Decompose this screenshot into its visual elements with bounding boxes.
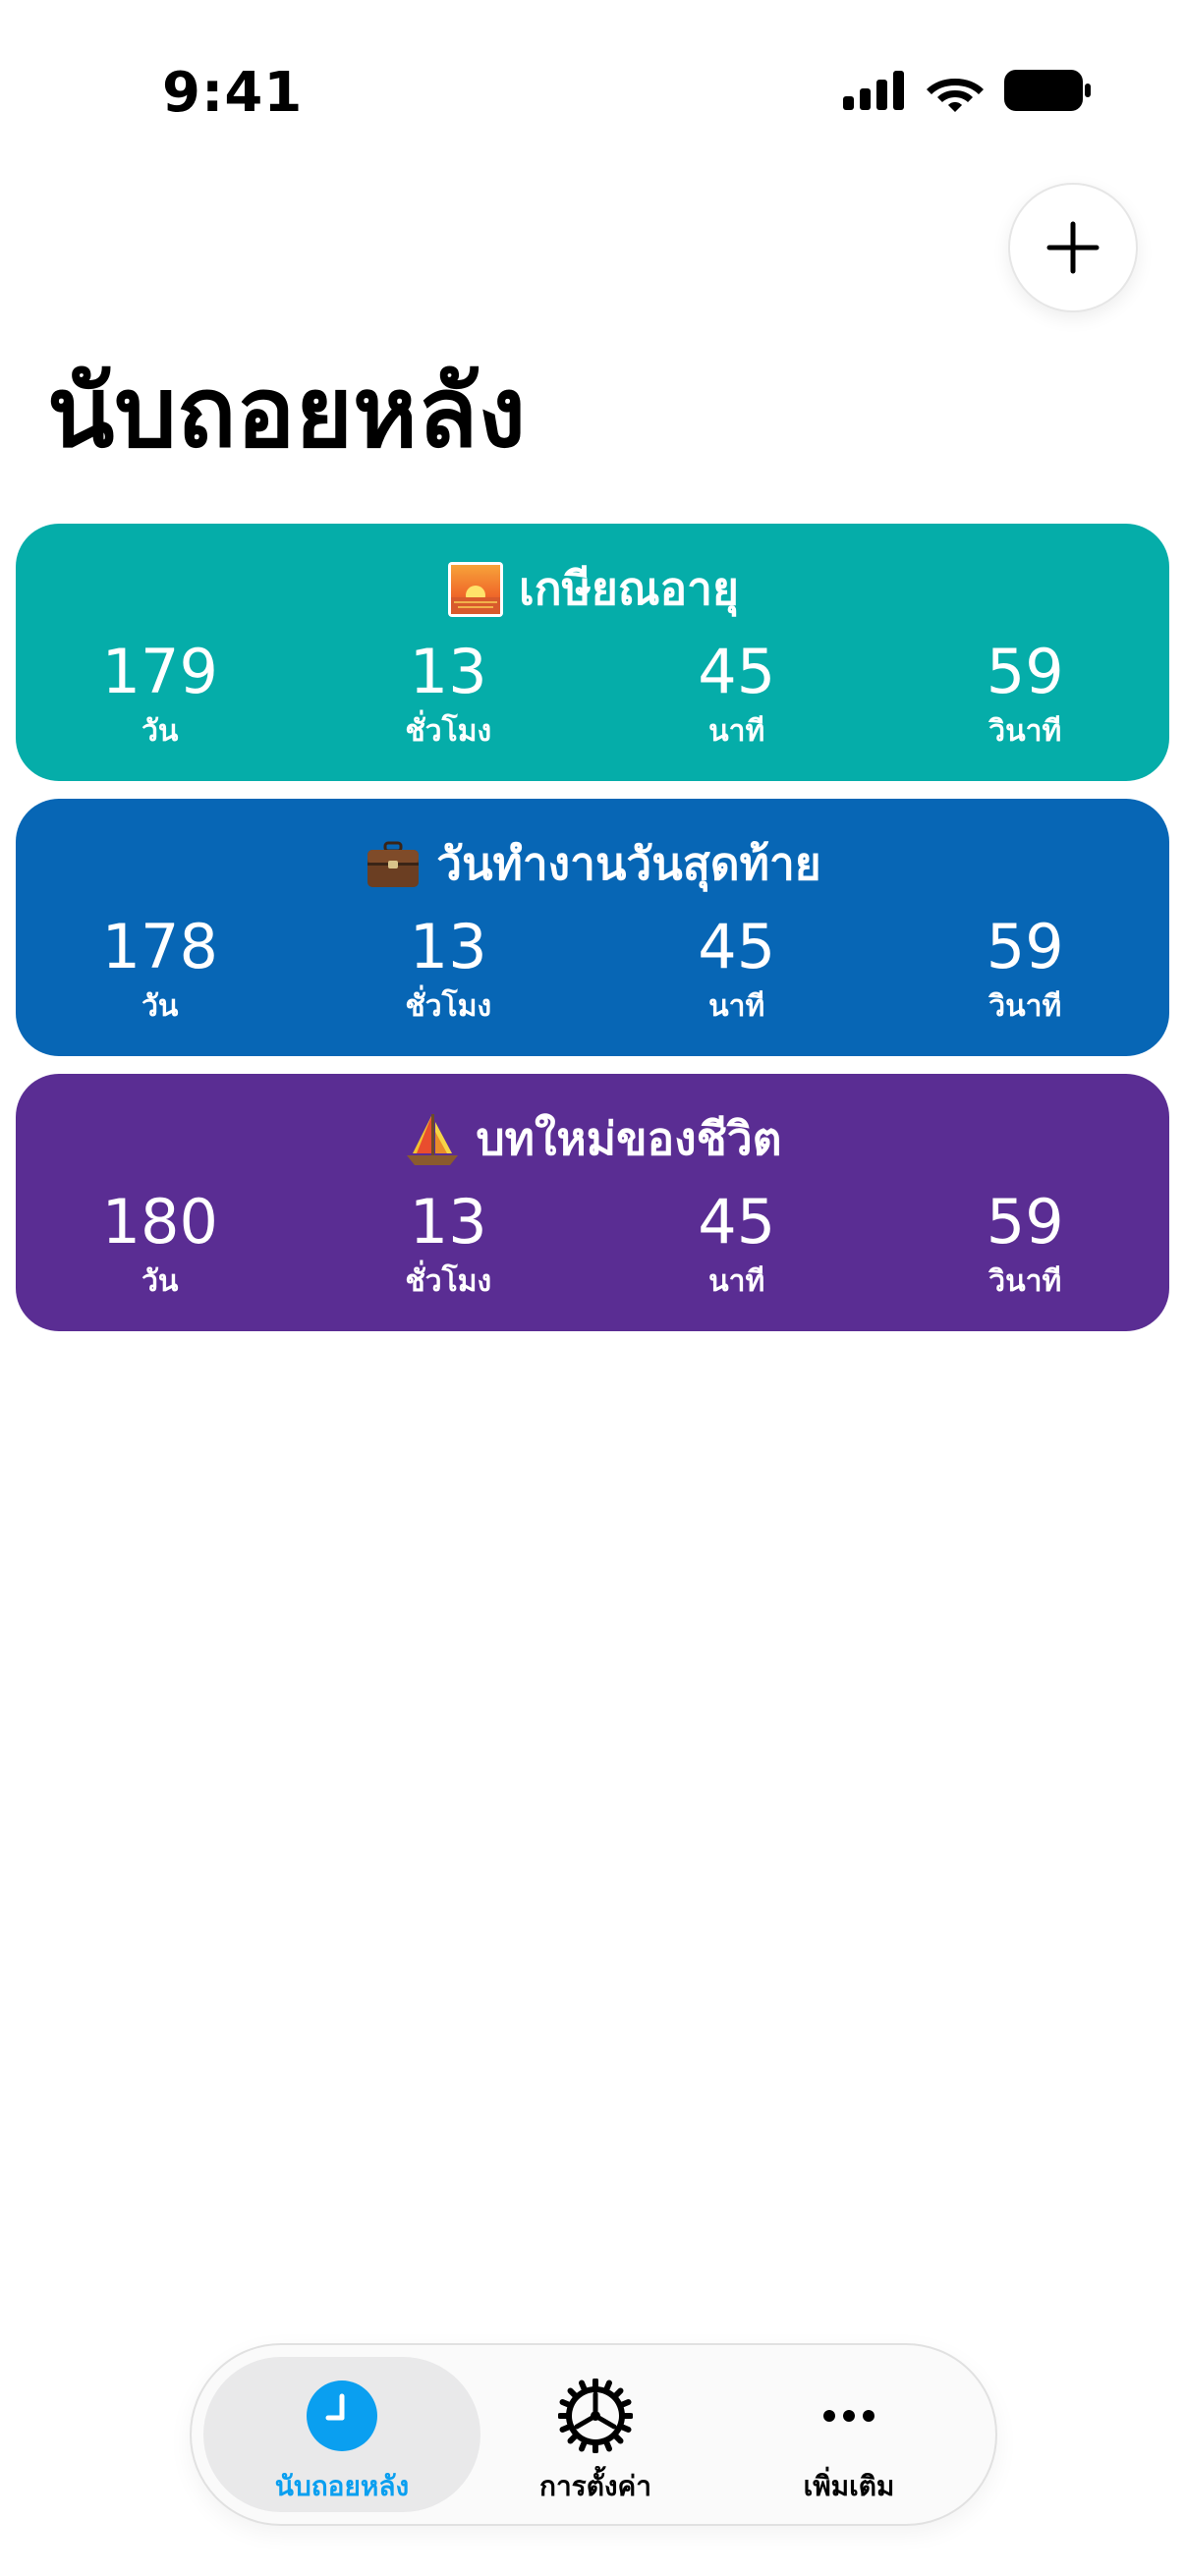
unit-value: 178 xyxy=(101,911,218,982)
unit-value: 45 xyxy=(698,911,776,982)
status-time: 9:41 xyxy=(162,61,304,125)
unit-minutes: 45 นาที xyxy=(592,642,881,755)
countdown-screen: 9:41 นับถอยหลัง เกษียณอายุ 179 วัน 13 ชั… xyxy=(0,0,1185,2576)
unit-days: 179 วัน xyxy=(16,642,305,755)
unit-seconds: 59 วินาที xyxy=(881,642,1170,755)
tab-bar: นับถอยหลัง การตั้งค่า เพิ่มเติม xyxy=(190,2343,997,2526)
sailboat-icon xyxy=(407,1113,459,1165)
unit-label: นาที xyxy=(708,1264,765,1299)
unit-value: 180 xyxy=(101,1186,218,1258)
unit-hours: 13 ชั่วโมง xyxy=(305,642,593,755)
card-title: บทใหม่ของชีวิต xyxy=(476,1112,782,1165)
unit-label: ชั่วโมง xyxy=(405,714,492,749)
cellular-signal-icon xyxy=(843,71,904,110)
plus-icon xyxy=(1046,221,1100,274)
unit-value: 59 xyxy=(986,636,1064,707)
unit-value: 179 xyxy=(101,636,218,707)
card-title-row: วันทำงานวันสุดท้าย xyxy=(16,828,1169,900)
gear-icon xyxy=(558,2379,633,2453)
status-icons xyxy=(843,69,1091,112)
unit-label: นาที xyxy=(708,989,765,1024)
unit-label: วินาที xyxy=(988,714,1062,749)
countdown-card-retirement[interactable]: เกษียณอายุ 179 วัน 13 ชั่วโมง 45 นาที 59… xyxy=(16,524,1169,781)
unit-value: 59 xyxy=(986,911,1064,982)
countdown-units: 179 วัน 13 ชั่วโมง 45 นาที 59 วินาที xyxy=(16,642,1169,755)
more-icon xyxy=(823,2410,875,2422)
unit-value: 45 xyxy=(698,1186,776,1258)
wifi-icon xyxy=(927,79,984,112)
add-countdown-button[interactable] xyxy=(1008,183,1138,312)
unit-label: วินาที xyxy=(988,989,1062,1024)
unit-hours: 13 ชั่วโมง xyxy=(305,917,593,1030)
card-title: วันทำงานวันสุดท้าย xyxy=(436,837,821,890)
countdown-card-new-chapter[interactable]: บทใหม่ของชีวิต 180 วัน 13 ชั่วโมง 45 นาท… xyxy=(16,1074,1169,1331)
countdown-card-last-workday[interactable]: วันทำงานวันสุดท้าย 178 วัน 13 ชั่วโมง 45… xyxy=(16,799,1169,1056)
unit-label: วัน xyxy=(141,1264,179,1299)
countdown-units: 180 วัน 13 ชั่วโมง 45 นาที 59 วินาที xyxy=(16,1192,1169,1305)
card-title: เกษียณอายุ xyxy=(519,562,739,615)
unit-value: 59 xyxy=(986,1186,1064,1258)
tab-label: เพิ่มเติม xyxy=(803,2470,895,2502)
unit-value: 13 xyxy=(409,636,487,707)
tab-more[interactable]: เพิ่มเติม xyxy=(710,2357,988,2512)
unit-label: ชั่วโมง xyxy=(405,1264,492,1299)
unit-value: 45 xyxy=(698,636,776,707)
unit-days: 178 วัน xyxy=(16,917,305,1030)
unit-label: นาที xyxy=(708,714,765,749)
sunrise-icon xyxy=(448,561,504,617)
battery-icon xyxy=(1004,70,1091,111)
tab-countdown[interactable]: นับถอยหลัง xyxy=(203,2357,480,2512)
tab-settings[interactable]: การตั้งค่า xyxy=(457,2357,734,2512)
unit-label: วัน xyxy=(141,714,179,749)
tab-label: การตั้งค่า xyxy=(538,2470,652,2502)
unit-label: วินาที xyxy=(988,1264,1062,1299)
unit-days: 180 วัน xyxy=(16,1192,305,1305)
unit-value: 13 xyxy=(409,1186,487,1258)
unit-minutes: 45 นาที xyxy=(592,917,881,1030)
unit-label: ชั่วโมง xyxy=(405,989,492,1024)
card-title-row: บทใหม่ของชีวิต xyxy=(16,1103,1169,1175)
unit-seconds: 59 วินาที xyxy=(881,1192,1170,1305)
unit-value: 13 xyxy=(409,911,487,982)
briefcase-icon xyxy=(367,841,420,887)
tab-label: นับถอยหลัง xyxy=(274,2470,410,2502)
card-title-row: เกษียณอายุ xyxy=(16,553,1169,625)
unit-seconds: 59 วินาที xyxy=(881,917,1170,1030)
unit-label: วัน xyxy=(141,989,179,1024)
unit-minutes: 45 นาที xyxy=(592,1192,881,1305)
countdown-units: 178 วัน 13 ชั่วโมง 45 นาที 59 วินาที xyxy=(16,917,1169,1030)
unit-hours: 13 ชั่วโมง xyxy=(305,1192,593,1305)
page-title: นับถอยหลัง xyxy=(47,355,527,470)
clock-icon xyxy=(307,2380,377,2451)
